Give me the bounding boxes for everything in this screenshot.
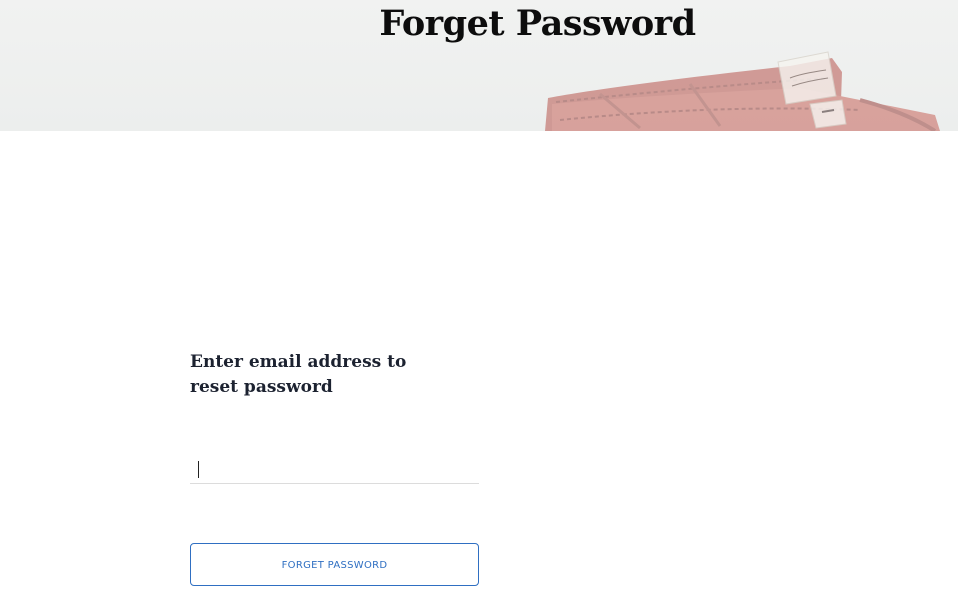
text-caret [198, 461, 199, 478]
hero-banner: Forget Password [0, 0, 958, 131]
email-field-wrapper [190, 453, 479, 484]
page-title: Forget Password [379, 3, 696, 44]
form-heading: Enter email address to reset password [190, 352, 407, 397]
email-input[interactable] [190, 453, 479, 483]
reset-password-form: Enter email address to reset password FO… [190, 350, 479, 586]
forget-password-button[interactable]: FORGET PASSWORD [190, 543, 479, 586]
